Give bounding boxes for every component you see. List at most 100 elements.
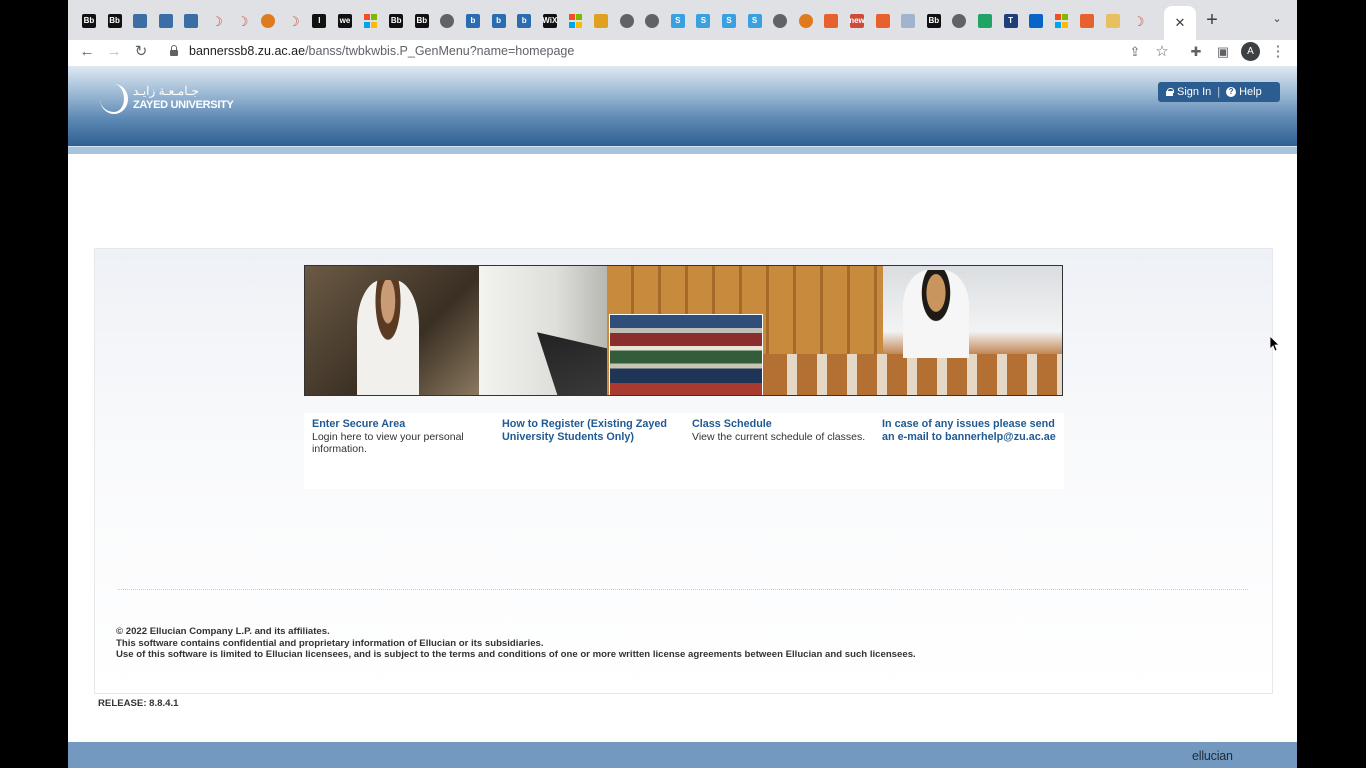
browser-tab[interactable]: Bb [923, 10, 945, 32]
browser-tab[interactable]: new [846, 10, 868, 32]
browser-tab[interactable] [897, 10, 919, 32]
microsoft-icon [568, 14, 582, 28]
reload-icon[interactable]: ↻ [131, 42, 151, 62]
logo-arabic-text: جـامـعـة زايـد [133, 84, 199, 98]
s-icon: S [722, 14, 736, 28]
menu-item-class-schedule: Class Schedule View the current schedule… [684, 413, 874, 489]
orange-globe-icon [261, 14, 276, 28]
browser-tab[interactable] [155, 10, 177, 32]
browser-tab[interactable]: ☽ [1128, 10, 1150, 32]
orange-globe-icon [798, 14, 813, 28]
browser-tab[interactable] [1102, 10, 1124, 32]
browser-tab[interactable] [360, 10, 382, 32]
drive-icon [978, 14, 992, 28]
footer-divider [117, 589, 1248, 590]
zu-moon-icon: ☽ [211, 13, 223, 29]
browser-tab[interactable] [129, 10, 151, 32]
url-text[interactable]: bannerssb8.zu.ac.ae/banss/twbkwbis.P_Gen… [189, 44, 574, 58]
browser-tab[interactable] [180, 10, 202, 32]
enter-secure-area-link[interactable]: Enter Secure Area [312, 418, 486, 431]
main-content: Enter Secure Area Login here to view you… [94, 248, 1273, 694]
browser-tab[interactable] [616, 10, 638, 32]
browser-tab[interactable]: Bb [385, 10, 407, 32]
close-tab-icon[interactable]: ✕ [1175, 15, 1186, 31]
profile-avatar[interactable]: A [1241, 42, 1260, 61]
browser-tab[interactable]: S [718, 10, 740, 32]
browser-tab[interactable]: ☽ [206, 10, 228, 32]
menu-item-secure-area: Enter Secure Area Login here to view you… [304, 413, 494, 489]
browser-tab[interactable] [795, 10, 817, 32]
globe-icon [773, 14, 788, 28]
globe-icon [440, 14, 455, 28]
extensions-puzzle-icon[interactable]: ✚ [1186, 42, 1206, 62]
orange-flag-icon [1080, 14, 1095, 28]
browser-window: Bb Bb ☽ ☽ ☽ Iwe Bb Bb b b b WiX S S S Snew Bb T ☽ ✕ + ⌄ ← … [68, 0, 1297, 768]
help-icon: ? [1226, 87, 1237, 97]
side-panel-icon[interactable]: ▣ [1213, 42, 1233, 62]
help-link[interactable]: Help [1239, 86, 1262, 98]
license-text: Use of this software is limited to Elluc… [116, 649, 916, 661]
browser-tab[interactable]: Bb [78, 10, 100, 32]
browser-tab[interactable]: b [488, 10, 510, 32]
forward-icon[interactable]: → [104, 42, 124, 62]
active-tab[interactable]: ✕ [1164, 6, 1196, 40]
browser-tab[interactable]: b [513, 10, 535, 32]
lock-icon [1166, 88, 1174, 96]
new-icon: new [849, 14, 865, 28]
zayed-university-logo[interactable]: جـامـعـة زايـد ZAYED UNIVERSITY [100, 82, 234, 118]
s-icon: S [696, 14, 711, 28]
browser-tab[interactable]: ☽ [283, 10, 305, 32]
browser-tab[interactable] [820, 10, 842, 32]
browser-tab[interactable] [257, 10, 279, 32]
class-schedule-link[interactable]: Class Schedule [692, 418, 866, 431]
menu-item-register: How to Register (Existing Zayed Universi… [494, 413, 684, 489]
microsoft-icon [364, 14, 378, 28]
sign-in-link[interactable]: Sign In [1177, 86, 1211, 98]
header-banner: جـامـعـة زايـد ZAYED UNIVERSITY Sign In … [68, 66, 1297, 146]
zu-moon-icon: ☽ [236, 13, 249, 29]
globe-icon [952, 14, 967, 28]
browser-tab[interactable]: Bb [104, 10, 126, 32]
browser-tab[interactable]: S [744, 10, 766, 32]
browser-tab[interactable] [1076, 10, 1098, 32]
crescent-icon [100, 84, 128, 114]
browser-tab[interactable]: Bb [411, 10, 433, 32]
microsoft-icon [1055, 14, 1069, 28]
browser-tab[interactable] [641, 10, 663, 32]
browser-tab[interactable] [1051, 10, 1073, 32]
browser-tab[interactable]: b [462, 10, 484, 32]
browser-tab[interactable]: I [308, 10, 330, 32]
mouse-cursor-icon [1270, 336, 1280, 352]
address-bar[interactable]: bannerssb8.zu.ac.ae/banss/twbkwbis.P_Gen… [160, 40, 1182, 62]
browser-tab[interactable]: WiX [539, 10, 561, 32]
wix-icon: WiX [542, 14, 557, 28]
blank-icon [901, 14, 916, 28]
browser-tab[interactable]: S [667, 10, 689, 32]
browser-tab[interactable] [564, 10, 586, 32]
browser-tab[interactable] [769, 10, 791, 32]
tab-search-icon[interactable]: ⌄ [1268, 12, 1286, 28]
browser-tab[interactable] [1025, 10, 1047, 32]
browser-tab[interactable] [872, 10, 894, 32]
tab-strip: Bb Bb ☽ ☽ ☽ Iwe Bb Bb b b b WiX S S S Snew Bb T ☽ ✕ + ⌄ [68, 0, 1297, 40]
browser-menu-icon[interactable]: ⋮ [1268, 42, 1288, 62]
browser-tab[interactable] [590, 10, 612, 32]
back-icon[interactable]: ← [77, 42, 97, 62]
url-path: /banss/twbkwbis.P_GenMenu?name=homepage [305, 44, 575, 58]
browser-tab[interactable] [974, 10, 996, 32]
browser-tab[interactable]: T [1000, 10, 1022, 32]
web-page: جـامـعـة زايـد ZAYED UNIVERSITY Sign In … [68, 66, 1297, 768]
browser-tab[interactable] [436, 10, 458, 32]
browser-tab[interactable] [948, 10, 970, 32]
browser-tab[interactable]: we [334, 10, 356, 32]
how-to-register-link[interactable]: How to Register (Existing Zayed Universi… [502, 418, 676, 443]
new-tab-button[interactable]: + [1202, 10, 1222, 30]
share-icon[interactable]: ⇪ [1125, 42, 1145, 62]
screen: Bb Bb ☽ ☽ ☽ Iwe Bb Bb b b b WiX S S S Snew Bb T ☽ ✕ + ⌄ ← … [0, 0, 1366, 768]
lock-icon[interactable] [170, 45, 178, 56]
browser-tab[interactable]: ☽ [232, 10, 254, 32]
bookmark-star-icon[interactable]: ☆ [1152, 42, 1172, 62]
support-email-link[interactable]: In case of any issues please send an e-m… [882, 418, 1056, 443]
browser-tab[interactable]: S [692, 10, 714, 32]
user-nav: Sign In | ? Help [1158, 82, 1280, 102]
